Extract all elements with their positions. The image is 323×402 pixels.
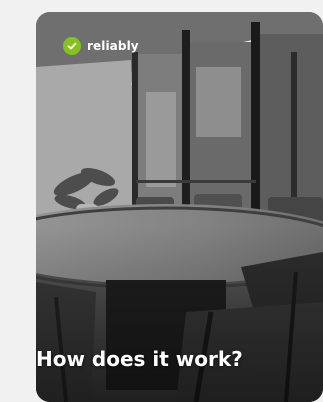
card-headline: How does it work? bbox=[36, 347, 243, 371]
check-circle-icon bbox=[63, 37, 81, 55]
brand-name: reliably bbox=[87, 39, 139, 53]
conference-room-image bbox=[36, 12, 323, 402]
how-it-works-card[interactable]: reliably How does it work? bbox=[36, 12, 323, 402]
brand-logo: reliably bbox=[63, 37, 139, 55]
